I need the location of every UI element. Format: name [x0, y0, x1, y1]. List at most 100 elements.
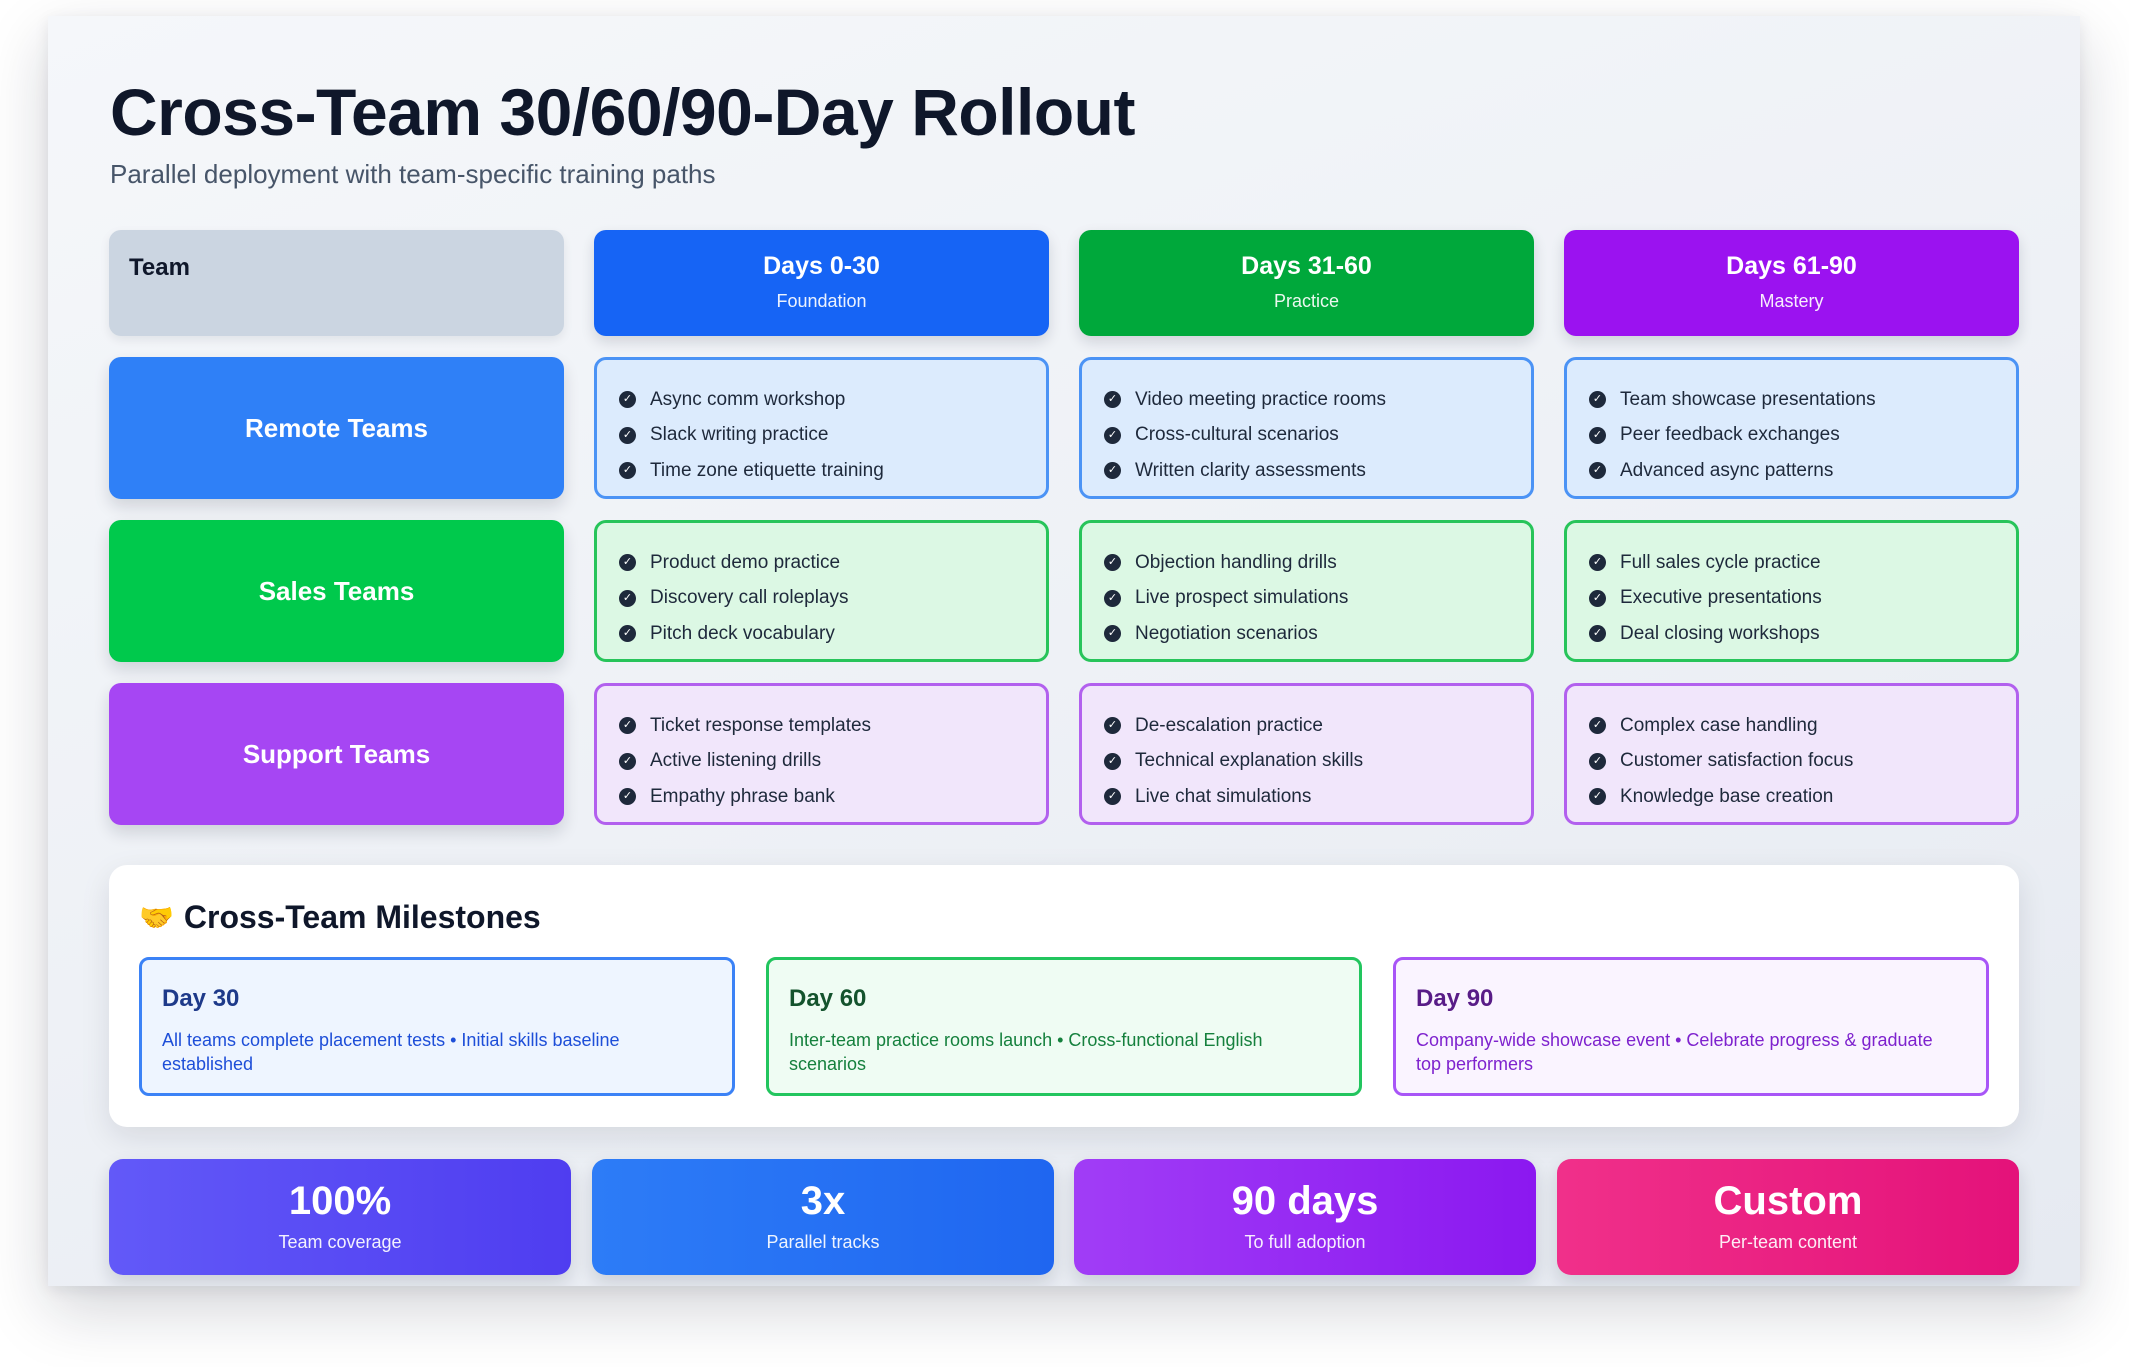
- check-circle-icon: ✓: [1589, 717, 1606, 735]
- page-title: Cross-Team 30/60/90-Day Rollout: [110, 75, 1135, 149]
- training-item: ✓ Written clarity assessments: [1104, 453, 1531, 489]
- training-item: ✓ Deal closing workshops: [1589, 616, 2016, 652]
- training-item: ✓ Complex case handling: [1589, 708, 2016, 744]
- phase-title: Days 31-60: [1241, 252, 1372, 280]
- stat-label: Per-team content: [1718, 1232, 1858, 1252]
- stat-value: 100%: [288, 1179, 392, 1223]
- milestones-heading: 🤝 Cross-Team Milestones: [139, 899, 541, 936]
- training-item: ✓ Empathy phrase bank: [619, 779, 1046, 815]
- training-item: ✓ Video meeting practice rooms: [1104, 382, 1531, 418]
- training-item: ✓ Cross-cultural scenarios: [1104, 418, 1531, 454]
- phase-subtitle: Foundation: [776, 291, 867, 311]
- training-item: ✓ De-escalation practice: [1104, 708, 1531, 744]
- check-circle-icon: ✓: [1104, 752, 1121, 770]
- team-label-remote: Remote Teams: [109, 357, 564, 499]
- training-cell-sales-mastery: ✓ Full sales cycle practice ✓ Executive pr…: [1564, 520, 2019, 662]
- training-item: ✓ Async comm workshop: [619, 382, 1046, 418]
- check-circle-icon: ✓: [619, 462, 636, 480]
- team-label-sales: Sales Teams: [109, 520, 564, 662]
- stat-card-content: Custom Per-team content: [1557, 1159, 2019, 1275]
- training-cell-remote-mastery: ✓ Team showcase presentations ✓ Peer feedb…: [1564, 357, 2019, 499]
- check-circle-icon: ✓: [1589, 625, 1606, 643]
- stat-value: Custom: [1713, 1179, 1863, 1223]
- check-circle-icon: ✓: [1589, 426, 1606, 444]
- milestone-day: Day 30: [162, 985, 240, 1012]
- check-circle-icon: ✓: [619, 391, 636, 409]
- check-circle-icon: ✓: [1589, 788, 1606, 806]
- training-item: ✓ Peer feedback exchanges: [1589, 418, 2016, 454]
- check-circle-icon: ✓: [619, 717, 636, 735]
- phase-subtitle: Mastery: [1759, 291, 1824, 311]
- stat-label: Parallel tracks: [766, 1232, 880, 1252]
- stat-card-adoption: 90 days To full adoption: [1074, 1159, 1536, 1275]
- check-circle-icon: ✓: [619, 426, 636, 444]
- training-item: ✓ Advanced async patterns: [1589, 453, 2016, 489]
- training-cell-remote-practice: ✓ Video meeting practice rooms ✓ Cross-cul…: [1079, 357, 1534, 499]
- slide: Cross-Team 30/60/90-Day Rollout Parallel…: [48, 16, 2080, 1286]
- training-cell-remote-foundation: ✓ Async comm workshop ✓ Slack writing prac…: [594, 357, 1049, 499]
- training-cell-sales-foundation: ✓ Product demo practice ✓ Discovery call r…: [594, 520, 1049, 662]
- team-column-header: Team: [109, 230, 564, 336]
- training-cell-support-mastery: ✓ Complex case handling ✓ Customer satisfa…: [1564, 683, 2019, 825]
- milestone-card-day-90: Day 90 Company-wide showcase event • Cel…: [1393, 957, 1989, 1096]
- stat-value: 90 days: [1231, 1179, 1379, 1223]
- check-circle-icon: ✓: [1589, 391, 1606, 409]
- team-label-support: Support Teams: [109, 683, 564, 825]
- check-circle-icon: ✓: [1104, 589, 1121, 607]
- check-circle-icon: ✓: [1104, 426, 1121, 444]
- training-item: ✓ Live chat simulations: [1104, 779, 1531, 815]
- training-item: ✓ Executive presentations: [1589, 581, 2016, 617]
- milestone-day: Day 60: [789, 985, 867, 1012]
- check-circle-icon: ✓: [619, 788, 636, 806]
- milestones-title: Cross-Team Milestones: [183, 899, 541, 935]
- check-circle-icon: ✓: [1589, 589, 1606, 607]
- handshake-icon: 🤝: [139, 902, 174, 933]
- check-circle-icon: ✓: [619, 589, 636, 607]
- page-subtitle: Parallel deployment with team-specific t…: [110, 159, 716, 189]
- stat-card-tracks: 3x Parallel tracks: [592, 1159, 1054, 1275]
- training-item: ✓ Live prospect simulations: [1104, 581, 1531, 617]
- training-item: ✓ Ticket response templates: [619, 708, 1046, 744]
- check-circle-icon: ✓: [1104, 462, 1121, 480]
- check-circle-icon: ✓: [1104, 788, 1121, 806]
- stat-label: To full adoption: [1244, 1232, 1366, 1252]
- stat-label: Team coverage: [278, 1232, 402, 1252]
- training-item: ✓ Customer satisfaction focus: [1589, 744, 2016, 780]
- training-item: ✓ Full sales cycle practice: [1589, 545, 2016, 581]
- phase-header-days-0-30: Days 0-30 Foundation: [594, 230, 1049, 336]
- training-item: ✓ Discovery call roleplays: [619, 581, 1046, 617]
- training-item: ✓ Team showcase presentations: [1589, 382, 2016, 418]
- check-circle-icon: ✓: [619, 625, 636, 643]
- stat-value: 3x: [800, 1179, 846, 1223]
- training-cell-sales-practice: ✓ Objection handling drills ✓ Live prospec…: [1079, 520, 1534, 662]
- training-cell-support-foundation: ✓ Ticket response templates ✓ Active liste…: [594, 683, 1049, 825]
- check-circle-icon: ✓: [1104, 554, 1121, 572]
- team-column-header-label: Team: [129, 254, 190, 281]
- milestone-description: Inter-team practice rooms launch • Cross…: [789, 1030, 1263, 1074]
- check-circle-icon: ✓: [1104, 625, 1121, 643]
- milestone-day: Day 90: [1416, 985, 1494, 1012]
- training-item: ✓ Negotiation scenarios: [1104, 616, 1531, 652]
- milestone-description: All teams complete placement tests • Ini…: [162, 1030, 620, 1074]
- milestone-card-day-60: Day 60 Inter-team practice rooms launch …: [766, 957, 1362, 1096]
- phase-title: Days 0-30: [763, 252, 880, 280]
- training-item: ✓ Active listening drills: [619, 744, 1046, 780]
- check-circle-icon: ✓: [1589, 462, 1606, 480]
- milestone-description: Company-wide showcase event • Celebrate …: [1416, 1030, 1933, 1074]
- stat-card-coverage: 100% Team coverage: [109, 1159, 571, 1275]
- training-item: ✓ Product demo practice: [619, 545, 1046, 581]
- milestones-panel: 🤝 Cross-Team Milestones Day 30 All teams…: [109, 865, 2019, 1127]
- phase-title: Days 61-90: [1726, 252, 1857, 280]
- check-circle-icon: ✓: [1589, 554, 1606, 572]
- training-item: ✓ Time zone etiquette training: [619, 453, 1046, 489]
- milestone-card-day-30: Day 30 All teams complete placement test…: [139, 957, 735, 1096]
- check-circle-icon: ✓: [1589, 752, 1606, 770]
- training-item: ✓ Knowledge base creation: [1589, 779, 2016, 815]
- training-item: ✓ Objection handling drills: [1104, 545, 1531, 581]
- training-item: ✓ Pitch deck vocabulary: [619, 616, 1046, 652]
- phase-header-days-31-60: Days 31-60 Practice: [1079, 230, 1534, 336]
- training-item: ✓ Technical explanation skills: [1104, 744, 1531, 780]
- check-circle-icon: ✓: [1104, 717, 1121, 735]
- phase-header-days-61-90: Days 61-90 Mastery: [1564, 230, 2019, 336]
- training-cell-support-practice: ✓ De-escalation practice ✓ Technical expla…: [1079, 683, 1534, 825]
